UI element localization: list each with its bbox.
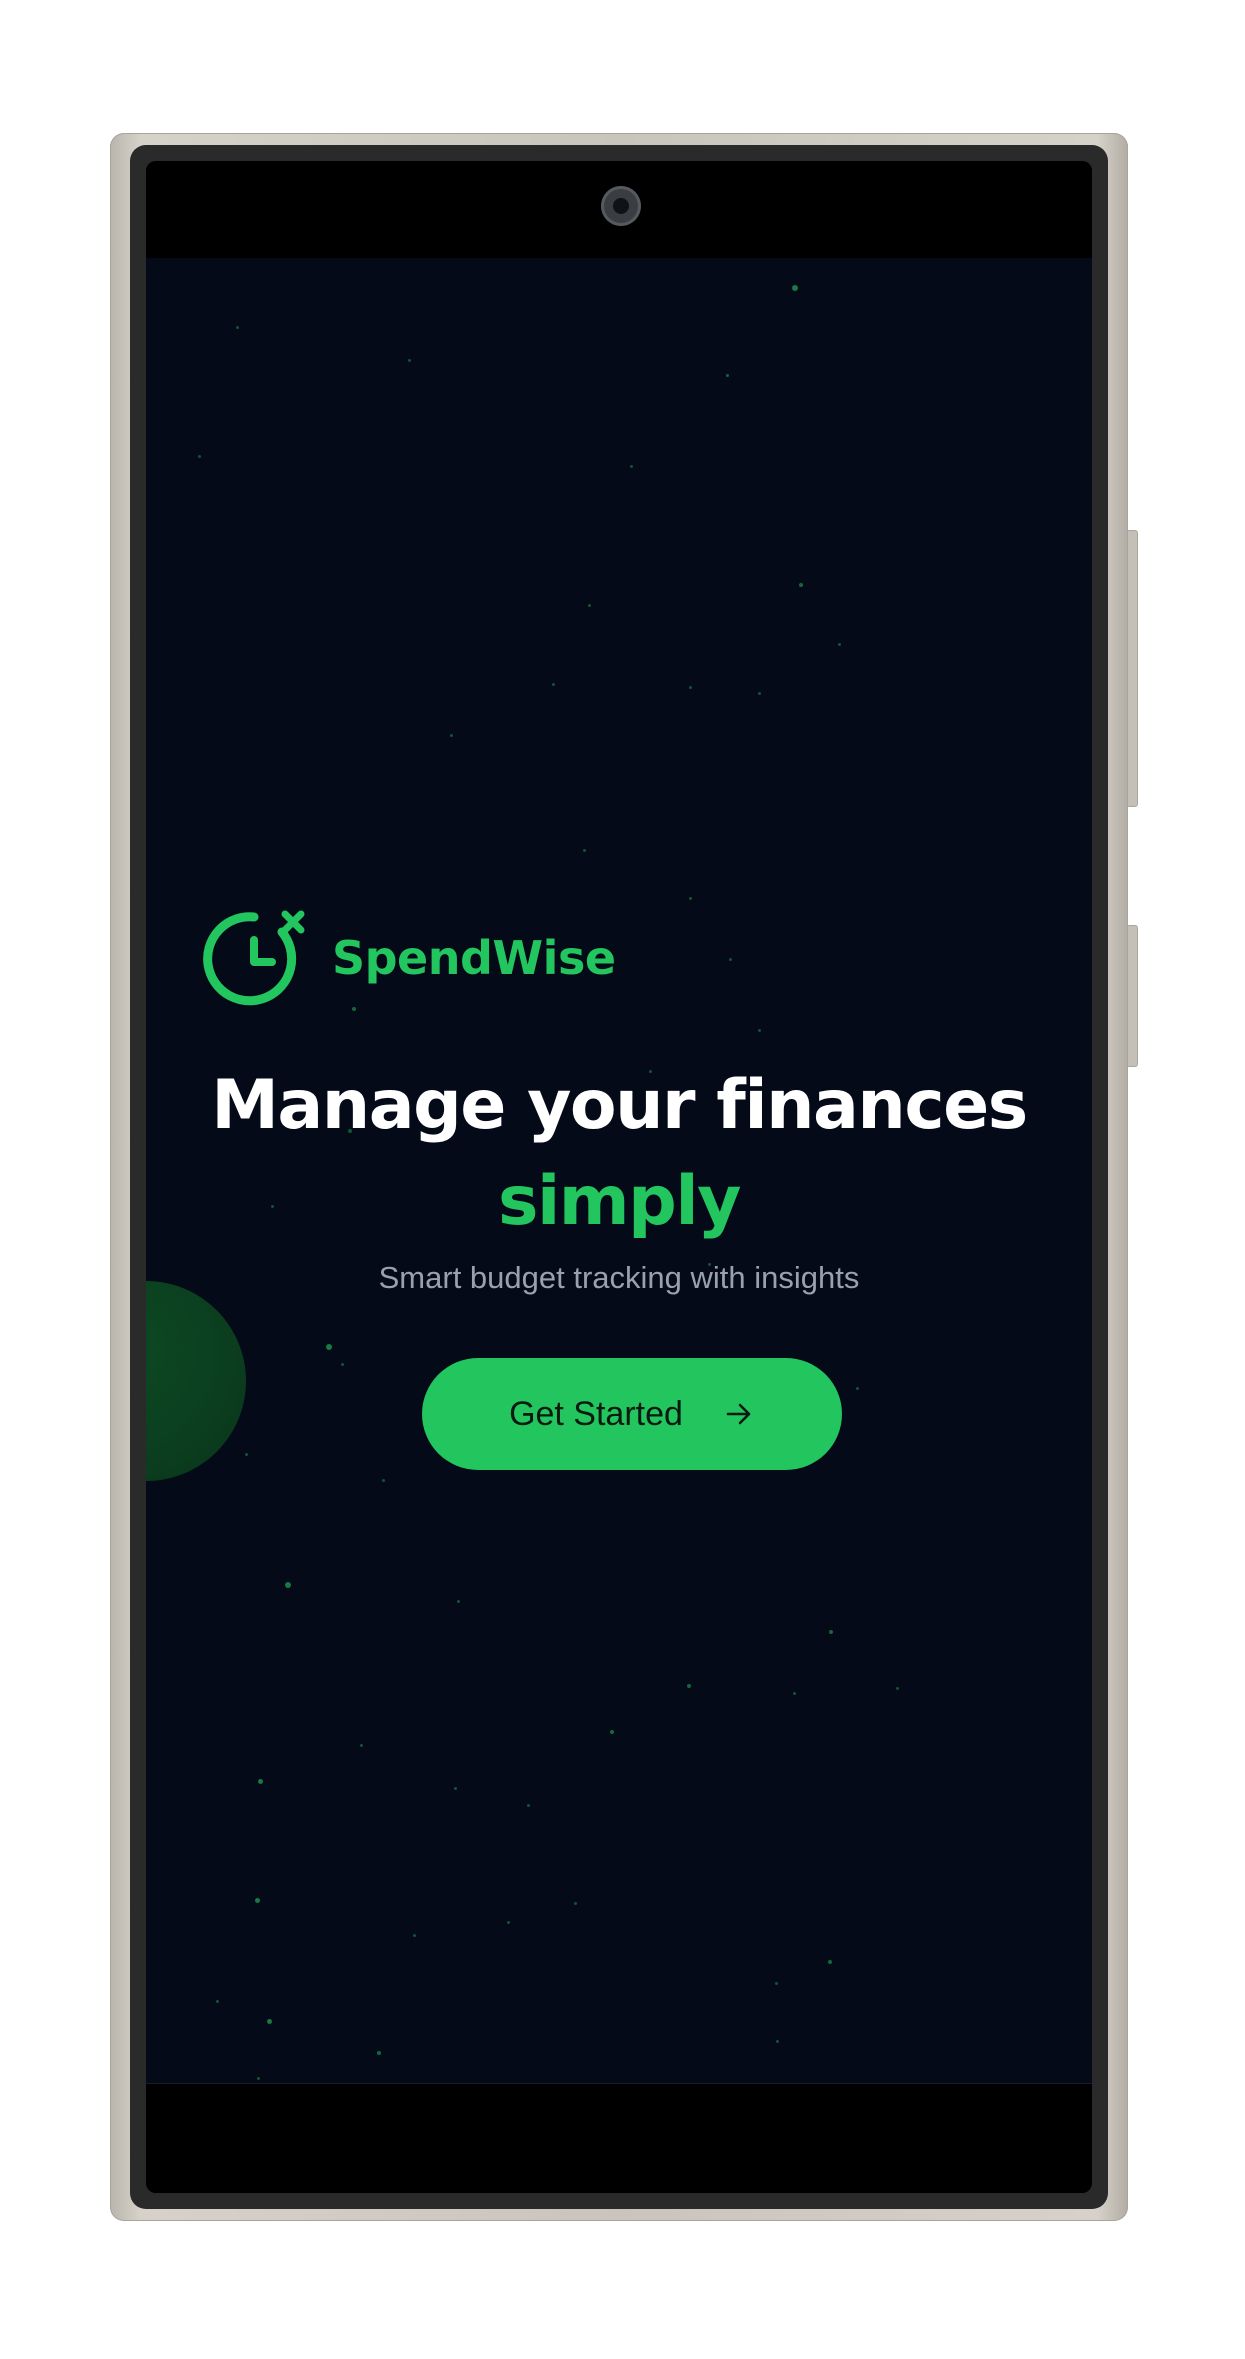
star-dot — [413, 1934, 416, 1937]
star-dot — [457, 1600, 460, 1603]
star-dot — [630, 465, 633, 468]
phone-bezel: SpendWise Manage your finances simply Sm… — [130, 145, 1108, 2209]
star-dot — [588, 604, 591, 607]
star-dot — [552, 683, 555, 686]
star-dot — [377, 2051, 381, 2055]
front-camera — [601, 186, 641, 226]
headline-accent: simply — [498, 1162, 741, 1241]
star-dot — [689, 897, 692, 900]
clock-x-icon — [203, 910, 305, 1006]
star-dot — [687, 1684, 691, 1688]
star-dot — [726, 374, 729, 377]
star-dot — [793, 1692, 796, 1695]
decorative-green-circle — [146, 1281, 246, 1481]
star-dot — [408, 359, 411, 362]
star-dot — [527, 1804, 530, 1807]
star-dot — [729, 958, 732, 961]
star-dot — [454, 1787, 457, 1790]
star-dot — [255, 1898, 260, 1903]
star-dot — [758, 1029, 761, 1032]
star-dot — [574, 1902, 577, 1905]
star-dot — [829, 1630, 833, 1634]
subtitle: Smart budget tracking with insights — [378, 1260, 860, 1295]
star-dot — [610, 1730, 614, 1734]
star-dot — [792, 285, 798, 291]
star-dot — [216, 2000, 219, 2003]
star-dot — [450, 734, 453, 737]
status-bar — [146, 161, 1092, 258]
star-dot — [896, 1687, 899, 1690]
star-dot — [776, 2040, 779, 2043]
get-started-button[interactable]: Get Started — [422, 1358, 842, 1470]
navigation-bar — [146, 2083, 1092, 2193]
star-dot — [198, 455, 201, 458]
star-dot — [285, 1582, 291, 1588]
star-dot — [267, 2019, 272, 2024]
star-dot — [583, 849, 586, 852]
arrow-right-icon — [726, 1403, 751, 1425]
star-dot — [856, 1387, 859, 1390]
star-dot — [758, 692, 761, 695]
star-dot — [258, 1779, 263, 1784]
get-started-label: Get Started — [509, 1394, 683, 1433]
star-dot — [326, 1344, 332, 1350]
star-dot — [236, 326, 239, 329]
star-dot — [507, 1921, 510, 1924]
brand-header: SpendWise — [202, 903, 616, 1013]
welcome-screen: SpendWise Manage your finances simply Sm… — [146, 258, 1092, 2083]
device-mockup: SpendWise Manage your finances simply Sm… — [0, 0, 1245, 2359]
star-dot — [799, 583, 803, 587]
star-dot — [360, 1744, 363, 1747]
phone-frame: SpendWise Manage your finances simply Sm… — [110, 133, 1128, 2221]
headline: Manage your finances — [211, 1066, 1028, 1145]
star-dot — [382, 1479, 385, 1482]
star-dot — [341, 1363, 344, 1366]
star-dot — [775, 1982, 778, 1985]
phone-screen: SpendWise Manage your finances simply Sm… — [146, 161, 1092, 2193]
star-dot — [257, 2077, 260, 2080]
star-dot — [828, 1960, 832, 1964]
star-dot — [838, 643, 841, 646]
star-dot — [245, 1453, 248, 1456]
star-dot — [689, 686, 692, 689]
app-name: SpendWise — [332, 931, 616, 985]
